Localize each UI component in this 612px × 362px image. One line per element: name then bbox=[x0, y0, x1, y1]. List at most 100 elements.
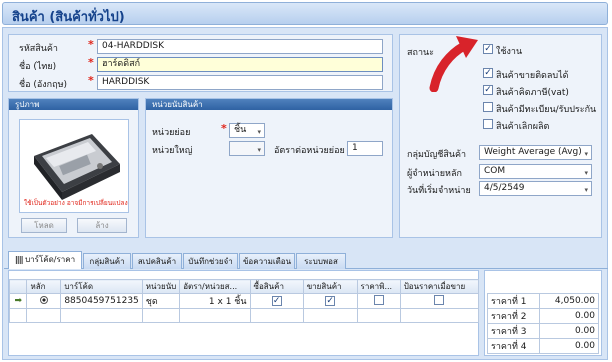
code-label: รหัสสินค้า bbox=[19, 44, 58, 54]
chevron-down-icon: ▾ bbox=[584, 169, 588, 177]
window-title: สินค้า (สินค้าทั่วไป) bbox=[12, 10, 125, 25]
buy-checkbox[interactable]: ✓ bbox=[271, 296, 282, 306]
clear-image-button[interactable]: ล้าง bbox=[77, 218, 127, 233]
image-caption: ใช้เป็นตัวอย่าง อาจมีการเปลี่ยนแปลง bbox=[24, 199, 128, 207]
price-value[interactable]: 4,050.00 bbox=[539, 293, 599, 309]
tab-barcode-price[interactable]: |||| บาร์โค้ด/ราคา bbox=[8, 251, 82, 269]
price-value[interactable]: 0.00 bbox=[539, 308, 599, 324]
table-row[interactable]: ➡ 8850459751235 ชุด 1 x 1 ชิ้น ✓ ✓ bbox=[8, 293, 480, 309]
tab-product-group[interactable]: กลุ่มสินค้า bbox=[83, 253, 131, 269]
distributor-select[interactable]: COM ▾ bbox=[479, 164, 592, 179]
barcode-icon: |||| bbox=[14, 255, 24, 264]
required-mark: * bbox=[221, 122, 227, 135]
unit-panel-header: หน่วยนับสินค้า bbox=[146, 99, 392, 110]
buy-cell[interactable]: ✓ bbox=[249, 293, 304, 309]
vat-label: สินค้าคิดภาษี(vat) bbox=[496, 88, 569, 98]
vat-checkbox[interactable]: ✓ bbox=[483, 85, 493, 95]
required-mark: * bbox=[88, 56, 94, 69]
large-unit-label: หน่วยใหญ่ bbox=[152, 146, 193, 156]
account-group-select[interactable]: Weight Average (Avg) ▾ bbox=[479, 145, 592, 160]
barcode-table: หลัก บาร์โค้ด หน่วยนับ อัตรา/หน่วยส... ซ… bbox=[8, 279, 480, 323]
tab-label: บาร์โค้ด/ราคา bbox=[25, 255, 76, 264]
account-group-label: กลุ่มบัญชีสินค้า bbox=[407, 150, 467, 160]
start-date-picker[interactable]: 4/5/2549 ▾ bbox=[479, 181, 592, 196]
account-group-value: Weight Average (Avg) bbox=[484, 147, 582, 157]
price-row: ราคาที่ 4 0.00 bbox=[487, 338, 599, 354]
discontinued-label: สินค้าเลิกผลิต bbox=[496, 122, 550, 132]
allow-negative-label: สินค้าขายติดลบได้ bbox=[496, 71, 569, 81]
tab-pos[interactable]: ระบบพอส bbox=[296, 253, 346, 269]
enter-price-checkbox[interactable] bbox=[434, 294, 445, 305]
required-mark: * bbox=[88, 74, 94, 87]
start-date-label: วันที่เริ่มจำหน่าย bbox=[407, 186, 471, 196]
column-header[interactable]: บาร์โค้ด bbox=[60, 279, 143, 294]
column-header[interactable]: หน่วยนับ bbox=[141, 279, 181, 294]
small-unit-label: หน่วยย่อย bbox=[152, 128, 191, 138]
distributor-value: COM bbox=[484, 166, 506, 176]
load-image-button[interactable]: โหลด bbox=[21, 218, 67, 233]
price-row: ราคาที่ 2 0.00 bbox=[487, 308, 599, 324]
price-value[interactable]: 0.00 bbox=[539, 338, 599, 354]
warranty-label: สินค้ามีทะเบียน/รับประกัน bbox=[496, 105, 597, 115]
ratio-field[interactable]: 1 bbox=[347, 141, 383, 156]
column-header[interactable]: ราคาพิ... bbox=[356, 279, 401, 294]
name-th-label: ชื่อ (ไทย) bbox=[19, 62, 57, 72]
special-price-cell[interactable] bbox=[356, 293, 401, 309]
price-label: ราคาที่ 1 bbox=[487, 293, 540, 309]
chevron-down-icon: ▾ bbox=[257, 146, 261, 154]
start-date-value: 4/5/2549 bbox=[484, 183, 525, 193]
ratio-cell[interactable]: 1 x 1 ชิ้น bbox=[179, 293, 251, 309]
chevron-down-icon: ▾ bbox=[257, 128, 261, 136]
small-unit-select[interactable]: ชิ้น ▾ bbox=[229, 123, 265, 138]
column-header[interactable]: หลัก bbox=[26, 279, 62, 294]
product-image: ใช้เป็นตัวอย่าง อาจมีการเปลี่ยนแปลง bbox=[19, 119, 129, 213]
discontinued-checkbox[interactable] bbox=[483, 119, 493, 129]
row-selector-header bbox=[8, 279, 28, 294]
chevron-down-icon: ▾ bbox=[584, 186, 588, 194]
column-header[interactable]: ป้อนราคาเมื่อขาย bbox=[399, 279, 480, 294]
window-titlebar: สินค้า (สินค้าทั่วไป) bbox=[2, 2, 608, 25]
column-header[interactable]: ซื้อสินค้า bbox=[249, 279, 304, 294]
name-th-field[interactable]: ฮาร์ดดิสก์ bbox=[97, 57, 383, 72]
price-value[interactable]: 0.00 bbox=[539, 323, 599, 339]
large-unit-select[interactable]: ▾ bbox=[229, 141, 265, 156]
allow-negative-checkbox[interactable]: ✓ bbox=[483, 68, 493, 78]
required-mark: * bbox=[88, 38, 94, 51]
barcode-grid: หลัก บาร์โค้ด หน่วยนับ อัตรา/หน่วยส... ซ… bbox=[8, 270, 480, 356]
ratio-label: อัตราต่อหน่วยย่อย bbox=[274, 146, 345, 156]
unit-cell[interactable]: ชุด bbox=[141, 293, 181, 309]
tab-warning[interactable]: ข้อความเตือน bbox=[239, 253, 295, 269]
price-table: ราคาที่ 1 4,050.00 ราคาที่ 2 0.00 ราคาที่ … bbox=[487, 293, 599, 354]
special-price-checkbox[interactable] bbox=[373, 294, 384, 305]
active-checkbox[interactable]: ✓ bbox=[483, 44, 493, 54]
sell-cell[interactable]: ✓ bbox=[302, 293, 358, 309]
distributor-label: ผู้จำหน่ายหลัก bbox=[407, 169, 462, 179]
price-label: ราคาที่ 2 bbox=[487, 308, 540, 324]
enter-price-cell[interactable] bbox=[399, 293, 480, 309]
price-row: ราคาที่ 1 4,050.00 bbox=[487, 293, 599, 309]
sell-checkbox[interactable]: ✓ bbox=[325, 296, 336, 306]
column-header[interactable]: ขายสินค้า bbox=[302, 279, 358, 294]
tab-product-spec[interactable]: สเปคสินค้า bbox=[132, 253, 182, 269]
chevron-down-icon: ▾ bbox=[584, 150, 588, 158]
column-header[interactable]: อัตรา/หน่วยส... bbox=[179, 279, 251, 294]
table-header-row: หลัก บาร์โค้ด หน่วยนับ อัตรา/หน่วยส... ซ… bbox=[8, 279, 480, 294]
tab-memo[interactable]: บันทึกช่วยจำ bbox=[183, 253, 238, 269]
name-en-label: ชื่อ (อังกฤษ) bbox=[19, 80, 68, 90]
radio-selected-icon bbox=[39, 295, 48, 304]
table-row-empty bbox=[8, 308, 480, 323]
warranty-checkbox[interactable] bbox=[483, 102, 493, 112]
barcode-cell[interactable]: 8850459751235 bbox=[60, 293, 143, 309]
name-en-field[interactable]: HARDDISK bbox=[97, 75, 383, 90]
price-panel: ราคาที่ 1 4,050.00 ราคาที่ 2 0.00 ราคาที่ … bbox=[484, 270, 602, 356]
arrow-right-icon: ➡ bbox=[8, 293, 28, 309]
price-row: ราคาที่ 3 0.00 bbox=[487, 323, 599, 339]
unit-panel: หน่วยนับสินค้า bbox=[145, 98, 393, 238]
primary-radio[interactable] bbox=[26, 293, 62, 309]
price-label: ราคาที่ 3 bbox=[487, 323, 540, 339]
image-panel-header: รูปภาพ bbox=[9, 99, 138, 110]
code-field[interactable]: 04-HARDDISK bbox=[97, 39, 383, 54]
small-unit-value: ชิ้น bbox=[234, 125, 247, 135]
red-curved-arrow bbox=[429, 36, 478, 92]
active-label: ใช้งาน bbox=[496, 47, 523, 57]
